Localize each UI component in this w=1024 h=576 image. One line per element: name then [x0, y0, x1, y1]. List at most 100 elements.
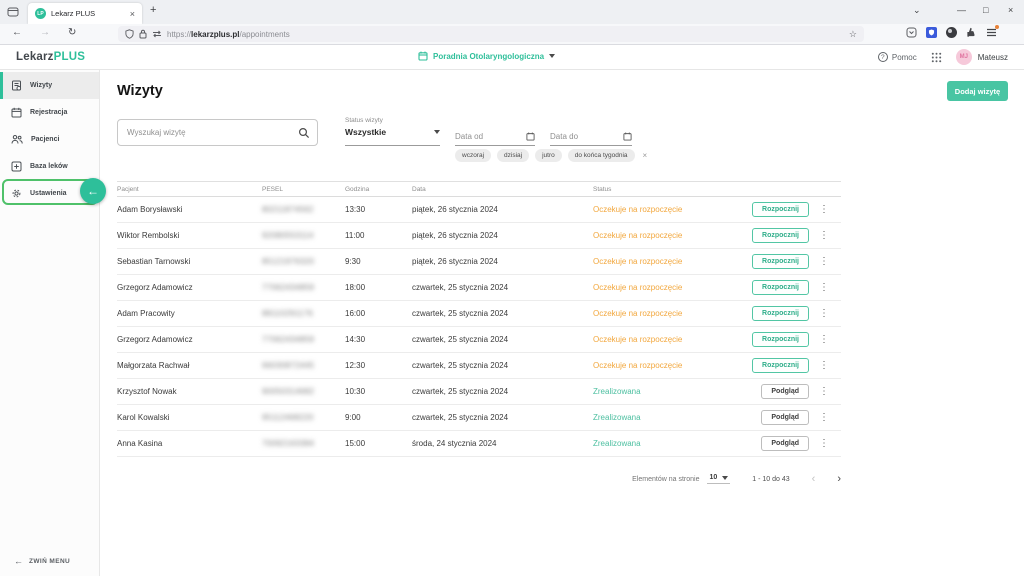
firefox-view-icon[interactable]: [7, 6, 19, 18]
appointment-date: piątek, 26 stycznia 2024: [412, 257, 498, 266]
kebab-menu-icon[interactable]: ⋮: [819, 334, 829, 345]
calendar-icon[interactable]: [526, 132, 535, 141]
appointment-time: 18:00: [345, 283, 366, 292]
menu-update-badge: [995, 25, 999, 29]
window-minimize-button[interactable]: —: [957, 5, 966, 15]
search-box: [117, 119, 318, 146]
user-menu[interactable]: MJ Mateusz: [955, 49, 1008, 65]
search-input[interactable]: [118, 128, 291, 137]
appointments-table: Pacjent PESEL Godzina Data Status Adam B…: [117, 181, 841, 457]
kebab-menu-icon[interactable]: ⋮: [819, 308, 829, 319]
chip-do-konca-tygodnia[interactable]: do końca tygodnia: [567, 149, 635, 162]
address-field[interactable]: https://lekarzplus.pl/appointments ☆: [118, 26, 864, 42]
start-button[interactable]: Rozpocznij: [752, 254, 809, 269]
date-to-field[interactable]: Data do: [550, 117, 632, 146]
preview-button[interactable]: Podgląd: [761, 436, 809, 451]
search-icon[interactable]: [291, 120, 317, 145]
page-title: Wizyty: [117, 83, 163, 99]
clear-chips-icon[interactable]: ×: [643, 151, 648, 160]
date-to-placeholder: Data do: [550, 132, 579, 141]
kebab-menu-icon[interactable]: ⋮: [819, 360, 829, 371]
preview-button[interactable]: Podgląd: [761, 410, 809, 425]
patient-name: Grzegorz Adamowicz: [117, 283, 193, 292]
table-row: Anna Kasina 70092163384 15:00 środa, 24 …: [117, 431, 841, 457]
page-range-label: 1 - 10 do 43: [752, 475, 790, 483]
start-button[interactable]: Rozpocznij: [752, 228, 809, 243]
help-button[interactable]: ? Pomoc: [877, 52, 917, 62]
table-row: Adam Pracowity 88110291176 16:00 czwarte…: [117, 301, 841, 327]
per-page-select[interactable]: 10: [707, 474, 731, 484]
sidebar-item-wizyty[interactable]: Wizyty: [0, 72, 99, 99]
window-maximize-button[interactable]: □: [983, 5, 988, 15]
container-switch-icon[interactable]: [152, 30, 162, 38]
status-text: Oczekuje na rozpoczęcie: [593, 257, 683, 266]
appointment-date: czwartek, 25 stycznia 2024: [412, 361, 509, 370]
sidebar-item-baza-lekow[interactable]: Baza leków: [0, 153, 99, 180]
browser-tab[interactable]: LP Lekarz PLUS ×: [28, 3, 142, 24]
calendar-icon[interactable]: [623, 132, 632, 141]
start-button[interactable]: Rozpocznij: [752, 280, 809, 295]
sidebar-item-pacjenci[interactable]: Pacjenci: [0, 126, 99, 153]
reload-button[interactable]: ↻: [68, 27, 76, 38]
new-tab-button[interactable]: +: [150, 4, 156, 16]
pagination: Elementów na stronie 10 1 - 10 do 43 ‹ ›: [560, 470, 841, 488]
bookmark-star-icon[interactable]: ☆: [849, 29, 857, 40]
pesel-value-masked: 85121976320: [262, 257, 315, 266]
previous-page-button[interactable]: ‹: [812, 473, 816, 485]
app-logo[interactable]: LekarzPLUS: [16, 51, 85, 63]
lock-icon[interactable]: [139, 29, 147, 39]
col-status: Status: [593, 185, 612, 193]
clinic-selector[interactable]: Poradnia Otolaryngologiczna: [418, 51, 556, 61]
appointment-date: czwartek, 25 stycznia 2024: [412, 309, 509, 318]
add-appointment-button[interactable]: Dodaj wizytę: [947, 81, 1008, 101]
chip-wczoraj[interactable]: wczoraj: [455, 149, 492, 162]
patient-name: Wiktor Rembolski: [117, 231, 180, 240]
quick-date-chips: wczoraj dzisiaj jutro do końca tygodnia …: [455, 149, 647, 162]
pesel-value-masked: 66030872445: [262, 361, 315, 370]
kebab-menu-icon[interactable]: ⋮: [819, 412, 829, 423]
status-filter-select[interactable]: Status wizyty Wszystkie: [345, 117, 440, 146]
table-header: Pacjent PESEL Godzina Data Status: [117, 181, 841, 197]
preview-button[interactable]: Podgląd: [761, 384, 809, 399]
appointment-time: 12:30: [345, 361, 366, 370]
table-row: Grzegorz Adamowicz 77062434859 18:00 czw…: [117, 275, 841, 301]
forward-button[interactable]: →: [40, 27, 50, 38]
kebab-menu-icon[interactable]: ⋮: [819, 204, 829, 215]
kebab-menu-icon[interactable]: ⋮: [819, 438, 829, 449]
status-text: Zrealizowana: [593, 387, 641, 396]
chip-dzisiaj[interactable]: dzisiaj: [497, 149, 530, 162]
patient-name: Karol Kowalski: [117, 413, 170, 422]
pesel-value-masked: 70092163384: [262, 439, 315, 448]
start-button[interactable]: Rozpocznij: [752, 306, 809, 321]
list-tabs-icon[interactable]: ⌄: [913, 5, 921, 16]
kebab-menu-icon[interactable]: ⋮: [819, 230, 829, 241]
avatar: MJ: [955, 49, 972, 65]
kebab-menu-icon[interactable]: ⋮: [819, 282, 829, 293]
chevron-down-icon: [434, 130, 440, 134]
kebab-menu-icon[interactable]: ⋮: [819, 256, 829, 267]
settings-highlight-arrow-icon[interactable]: ←: [80, 178, 106, 204]
sidebar-item-rejestracja[interactable]: Rejestracja: [0, 99, 99, 126]
pesel-value-masked: 77062434859: [262, 283, 315, 292]
tab-close-icon[interactable]: ×: [130, 9, 135, 19]
dark-extension-icon[interactable]: [946, 27, 957, 38]
apps-grid-icon[interactable]: [931, 52, 942, 63]
tracking-shield-icon[interactable]: [125, 29, 134, 39]
pocket-extension-icon[interactable]: [906, 27, 917, 38]
chip-jutro[interactable]: jutro: [535, 149, 562, 162]
collapse-menu-button[interactable]: ← ZWIŃ MENU: [14, 556, 70, 566]
date-from-field[interactable]: Data od: [455, 117, 535, 146]
status-text: Oczekuje na rozpoczęcie: [593, 361, 683, 370]
appointment-date: piątek, 26 stycznia 2024: [412, 231, 498, 240]
start-button[interactable]: Rozpocznij: [752, 202, 809, 217]
password-manager-extension-icon[interactable]: [926, 27, 937, 38]
kebab-menu-icon[interactable]: ⋮: [819, 386, 829, 397]
window-close-button[interactable]: ×: [1008, 5, 1013, 15]
start-button[interactable]: Rozpocznij: [752, 358, 809, 373]
next-page-button[interactable]: ›: [837, 473, 841, 485]
medicine-database-icon: [11, 161, 22, 172]
thumbs-up-extension-icon[interactable]: [966, 27, 977, 38]
start-button[interactable]: Rozpocznij: [752, 332, 809, 347]
browser-menu-icon[interactable]: [986, 25, 999, 38]
back-button[interactable]: ←: [12, 27, 22, 38]
